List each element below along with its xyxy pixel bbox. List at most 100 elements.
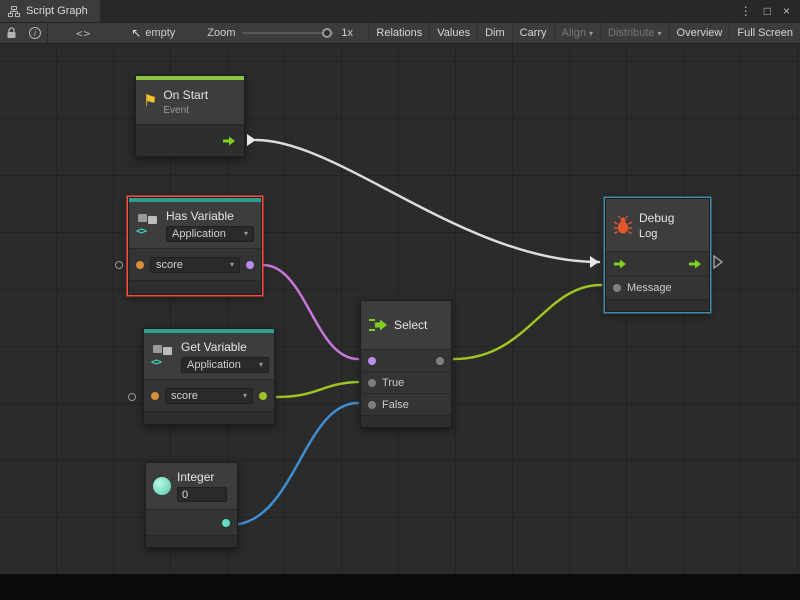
integer-value-input[interactable] [177, 487, 227, 502]
condition-input-port[interactable] [368, 357, 376, 365]
select-false-row: False [361, 393, 451, 415]
integer-port-row [146, 509, 237, 535]
carry-button[interactable]: Carry [512, 23, 554, 43]
debug-flow-row [606, 251, 709, 275]
integer-icon [153, 477, 171, 495]
kind-value: Application [172, 228, 226, 240]
integer-footer [146, 535, 237, 547]
flow-in-port-icon[interactable] [613, 258, 627, 270]
integer-header: Integer [146, 463, 237, 509]
debug-flow-continue-triangle[interactable] [713, 255, 723, 269]
select-footer [361, 415, 451, 427]
kind-value: Application [187, 359, 241, 371]
info-icon[interactable]: i [23, 23, 47, 43]
zoom-control: Zoom 1x [207, 23, 353, 43]
tab-title: Script Graph [26, 5, 88, 17]
align-button[interactable]: Align▾ [554, 23, 600, 43]
get-variable-object-port[interactable] [128, 393, 136, 401]
chevron-down-icon: ▾ [243, 391, 247, 400]
node-integer[interactable]: Integer [145, 462, 238, 548]
debug-message-row: Message [606, 275, 709, 299]
fullscreen-button[interactable]: Full Screen [729, 23, 800, 43]
flow-out-port-icon[interactable] [222, 135, 236, 147]
node-title: Get Variable [181, 340, 269, 354]
variable-kind-dropdown[interactable]: Application ▾ [166, 226, 254, 242]
tab-script-graph[interactable]: Script Graph [0, 0, 100, 22]
message-label: Message [627, 282, 672, 294]
has-variable-header: <> Has Variable Application ▾ [129, 202, 261, 248]
on-start-port-row [136, 124, 244, 156]
selection-status: ↖ empty [125, 23, 181, 43]
has-variable-name-row: score ▾ [129, 248, 261, 280]
message-input-port[interactable] [613, 284, 621, 292]
zoom-slider[interactable] [242, 32, 334, 34]
node-on-start[interactable]: ⚑ On Start Event [135, 75, 245, 157]
values-button[interactable]: Values [429, 23, 477, 43]
name-input-port[interactable] [151, 392, 159, 400]
result-output-port[interactable] [246, 261, 254, 269]
title-bar: Script Graph ⋮ □ × [0, 0, 800, 22]
script-graph-window: Script Graph ⋮ □ × i <> ↖ empty Zoom [0, 0, 800, 600]
variable-icon: <> [136, 214, 160, 236]
integer-output-port[interactable] [222, 519, 230, 527]
name-input-port[interactable] [136, 261, 144, 269]
chevron-down-icon: ▾ [589, 29, 593, 38]
lock-icon[interactable] [0, 23, 23, 43]
value-output-port[interactable] [259, 392, 267, 400]
variable-name-value: score [156, 259, 183, 271]
node-title: Integer [177, 470, 227, 484]
close-icon[interactable]: × [783, 4, 790, 18]
wire-select-to-debug[interactable] [454, 285, 601, 359]
node-title: Select [394, 318, 427, 332]
code-preview-icon[interactable]: <> [70, 23, 97, 43]
toolbar-divider [47, 23, 48, 43]
variable-kind-dropdown[interactable]: Application ▾ [181, 357, 269, 373]
selection-label: empty [145, 27, 175, 39]
relations-button[interactable]: Relations [368, 23, 429, 43]
chevron-down-icon: ▾ [230, 260, 234, 269]
node-title: Has Variable [166, 209, 254, 223]
menu-icon[interactable]: ⋮ [740, 4, 752, 18]
graph-canvas[interactable]: ⚑ On Start Event <> [0, 44, 800, 600]
dim-button[interactable]: Dim [477, 23, 512, 43]
chevron-down-icon: ▾ [244, 229, 248, 238]
node-debug-log[interactable]: Debug Log Message [605, 198, 710, 312]
has-variable-footer [129, 280, 261, 294]
get-variable-footer [144, 411, 274, 424]
restore-icon[interactable]: □ [764, 4, 771, 18]
zoom-label: Zoom [207, 27, 235, 39]
select-true-row: True [361, 371, 451, 393]
select-port-row [361, 349, 451, 371]
has-variable-object-port[interactable] [115, 261, 123, 269]
chevron-down-icon: ▾ [259, 360, 263, 369]
cursor-icon: ↖ [131, 26, 141, 40]
debug-log-footer [606, 299, 709, 311]
on-start-header: ⚑ On Start Event [136, 80, 244, 124]
false-input-port[interactable] [368, 401, 376, 409]
flow-out-port-icon[interactable] [688, 258, 702, 270]
zoom-slider-handle[interactable] [322, 28, 332, 38]
get-variable-name-row: score ▾ [144, 379, 274, 411]
chevron-down-icon: ▾ [658, 29, 662, 38]
selection-output-port[interactable] [436, 357, 444, 365]
overview-button[interactable]: Overview [669, 23, 730, 43]
flag-icon: ⚑ [143, 94, 157, 110]
select-icon [368, 317, 388, 333]
get-variable-header: <> Get Variable Application ▾ [144, 333, 274, 379]
wire-onstart-to-debug[interactable] [256, 140, 599, 262]
node-subtitle: Event [163, 105, 208, 116]
wire-getvariable-to-select[interactable] [277, 382, 358, 397]
toolbar-buttons: Relations Values Dim Carry Align▾ Distri… [368, 23, 800, 43]
node-select[interactable]: Select True False [360, 300, 452, 428]
variable-name-dropdown[interactable]: score ▾ [150, 257, 240, 273]
bug-icon [613, 215, 633, 235]
variable-name-dropdown[interactable]: score ▾ [165, 388, 253, 404]
on-start-flow-triangle[interactable] [247, 134, 256, 146]
window-controls: ⋮ □ × [740, 0, 800, 22]
node-get-variable[interactable]: <> Get Variable Application ▾ score ▾ [143, 328, 275, 425]
wire-hasvariable-to-select[interactable] [263, 265, 358, 359]
node-has-variable[interactable]: <> Has Variable Application ▾ score ▾ [128, 197, 262, 295]
true-input-port[interactable] [368, 379, 376, 387]
distribute-button[interactable]: Distribute▾ [600, 23, 668, 43]
node-subtitle: Log [639, 228, 674, 240]
